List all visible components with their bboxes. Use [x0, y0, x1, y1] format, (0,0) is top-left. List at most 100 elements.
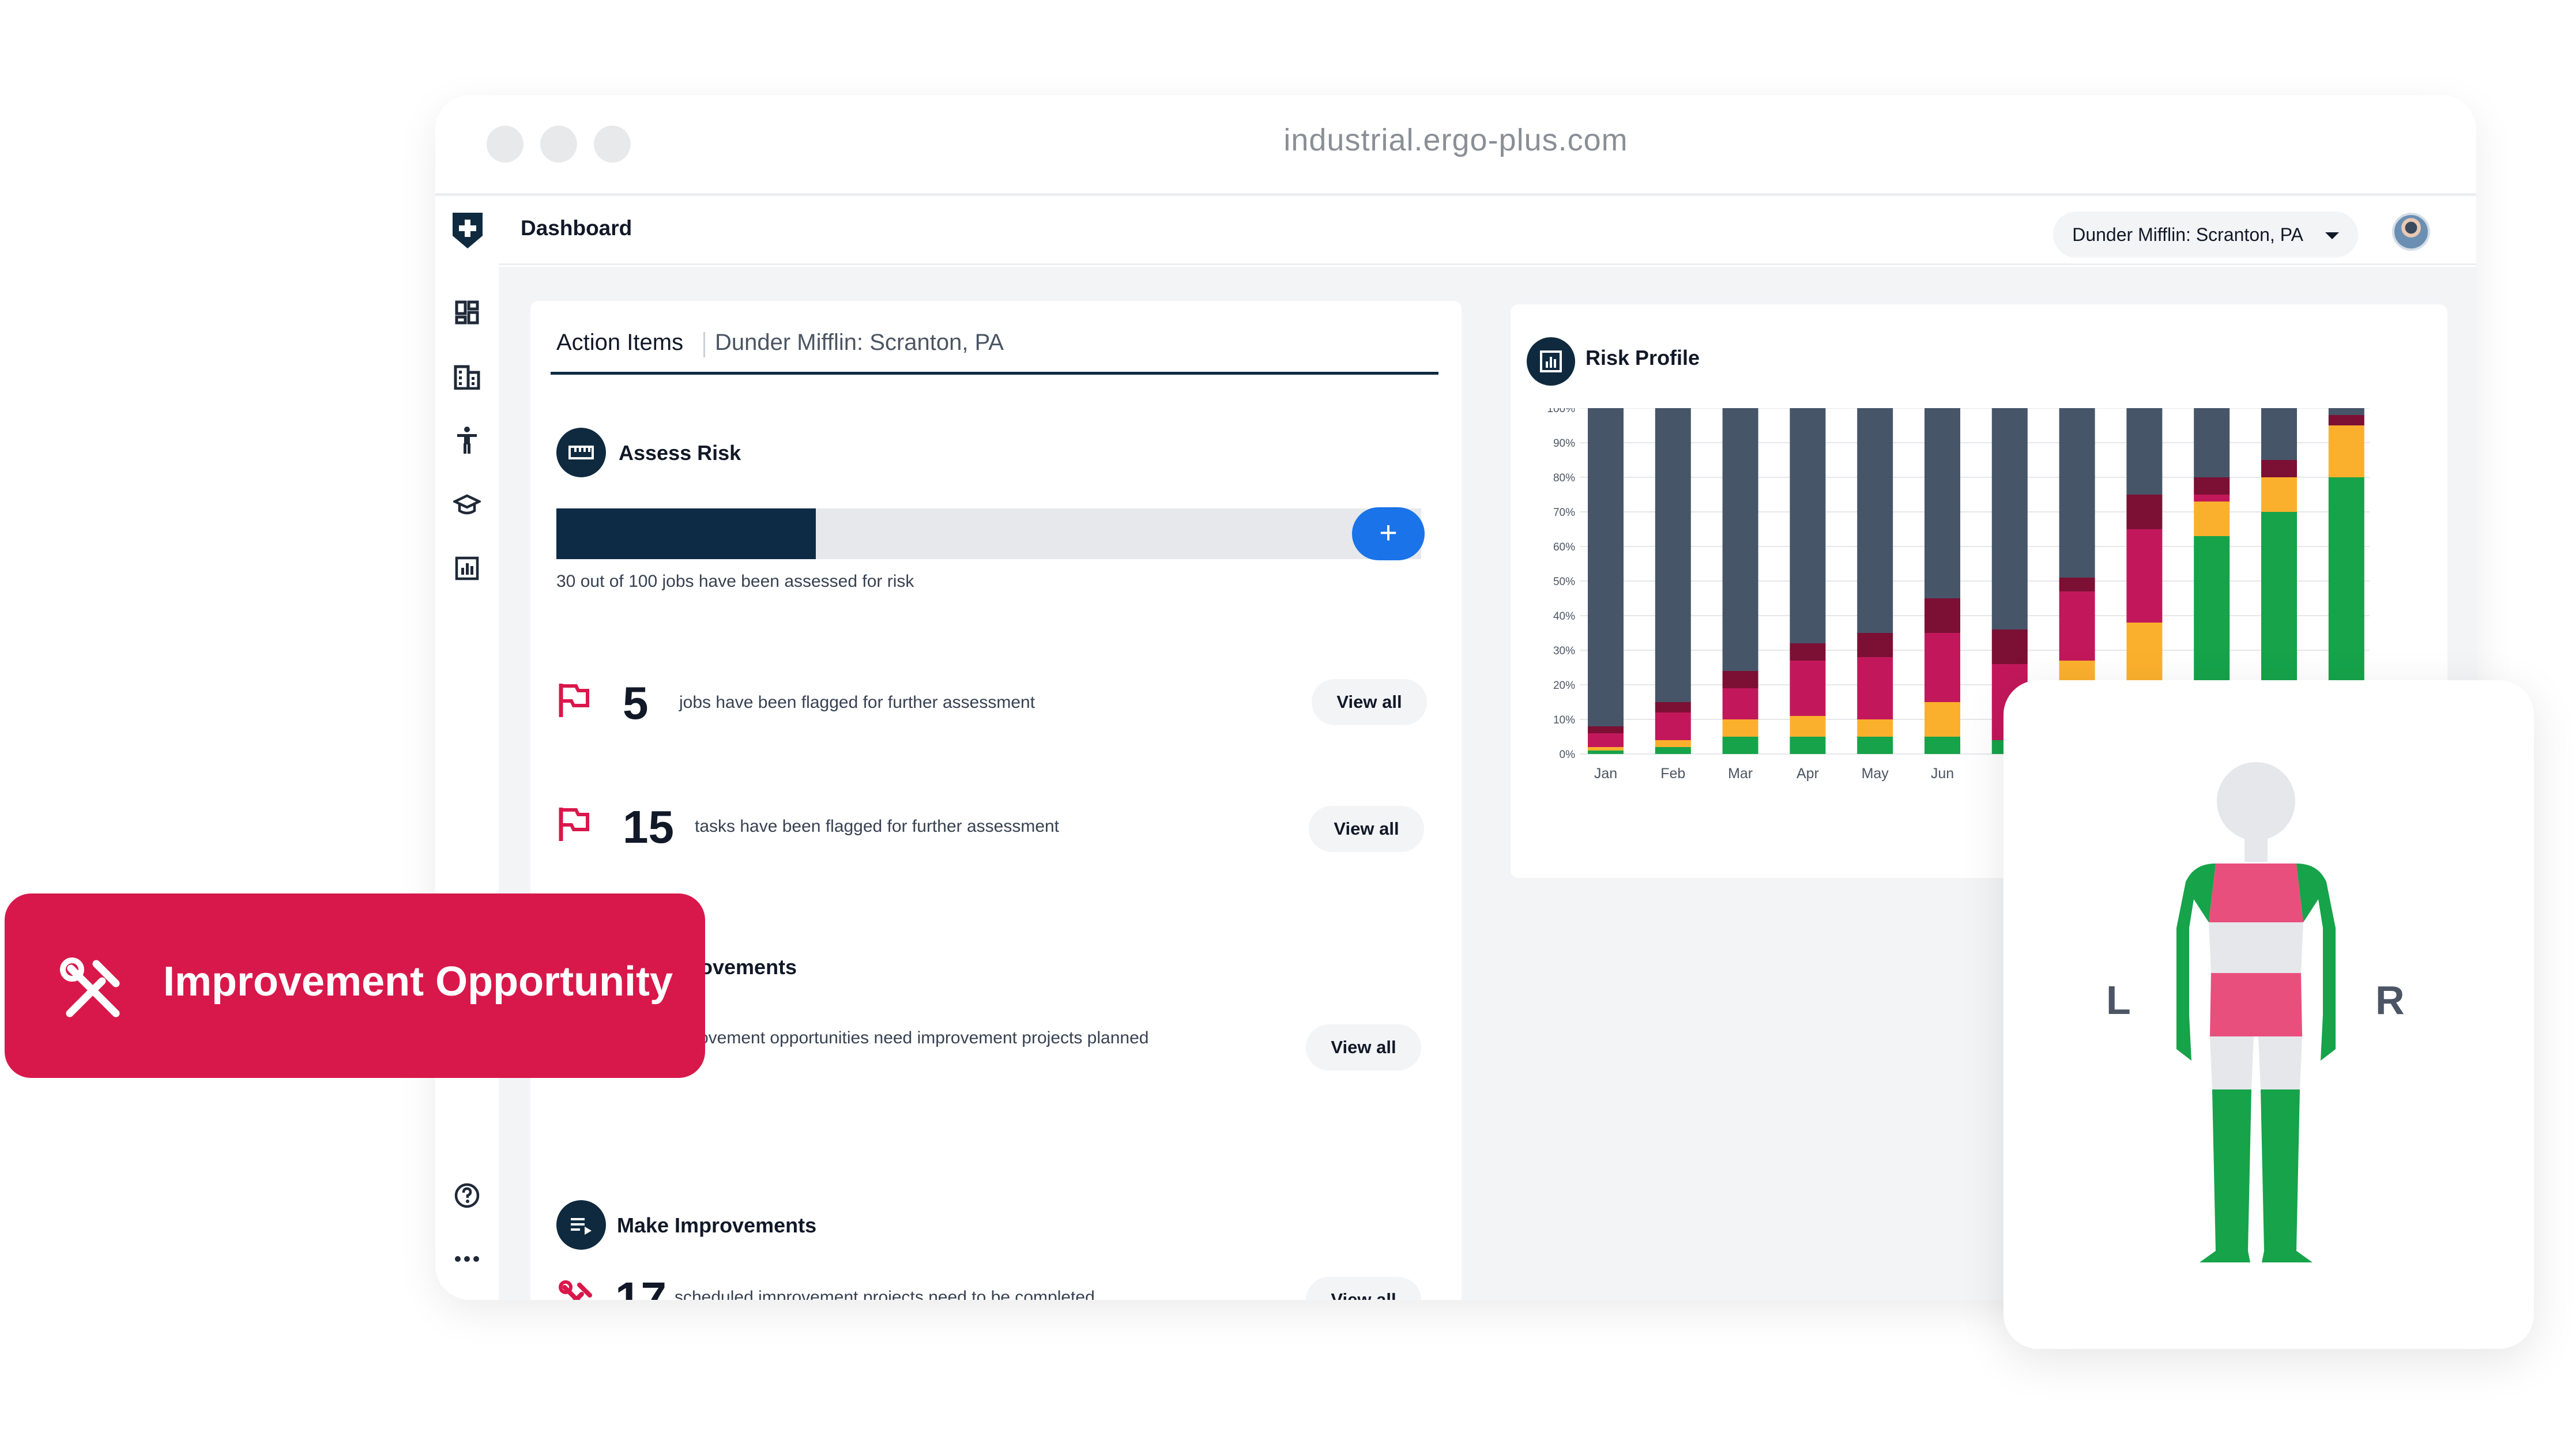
risk-profile-title: Risk Profile: [1585, 346, 1700, 369]
bar-segment[interactable]: [1857, 719, 1893, 737]
left-hip-region: [2210, 1036, 2254, 1089]
bar-segment[interactable]: [1857, 737, 1893, 754]
y-tick-label: 30%: [1553, 645, 1575, 657]
help-icon[interactable]: [450, 1179, 484, 1212]
view-all-tasks-button[interactable]: View all: [1309, 806, 1424, 852]
bar-segment[interactable]: [2261, 460, 2297, 477]
bar-segment[interactable]: [1655, 712, 1691, 740]
body-map-card: L R: [2003, 680, 2534, 1349]
bar-segment[interactable]: [1790, 716, 1826, 737]
bar-segment[interactable]: [2126, 495, 2163, 529]
left-foot-region: [2200, 1251, 2250, 1262]
bar-segment[interactable]: [1790, 408, 1826, 643]
x-tick-label: Jun: [1931, 766, 1954, 782]
assess-risk-progress-text: 30 out of 100 jobs have been assessed fo…: [556, 572, 914, 591]
x-tick-label: Feb: [1660, 766, 1685, 782]
right-side-label: R: [2375, 978, 2405, 1023]
bar-segment[interactable]: [1925, 598, 1960, 633]
y-tick-label: 50%: [1553, 576, 1575, 588]
y-tick-label: 100%: [1547, 408, 1575, 415]
assess-risk-progress-bar: [556, 508, 1421, 559]
view-all-jobs-button[interactable]: View all: [1312, 679, 1427, 725]
bar-segment[interactable]: [1588, 733, 1624, 747]
avatar[interactable]: [2392, 213, 2430, 251]
shield-plus-logo-icon[interactable]: [450, 210, 485, 251]
bar-segment[interactable]: [1925, 633, 1960, 702]
bar-segment[interactable]: [1722, 737, 1758, 754]
bar-segment[interactable]: [1588, 408, 1624, 726]
bar-segment[interactable]: [1722, 671, 1758, 688]
bar-segment[interactable]: [1655, 747, 1691, 754]
left-side-label: L: [2106, 978, 2131, 1023]
y-tick-label: 0%: [1560, 749, 1576, 761]
bar-segment[interactable]: [2194, 408, 2230, 477]
report-icon[interactable]: [450, 552, 484, 585]
plan-improvements-text: rovement opportunities need improvement …: [693, 1028, 1149, 1047]
bar-segment[interactable]: [1655, 740, 1691, 747]
bar-segment[interactable]: [2194, 502, 2230, 536]
bar-segment[interactable]: [1588, 751, 1624, 754]
location-select[interactable]: Dunder Mifflin: Scranton, PA: [2053, 212, 2358, 258]
left-hand-region: [2176, 1015, 2191, 1061]
y-tick-label: 40%: [1553, 610, 1575, 623]
bar-segment[interactable]: [2261, 408, 2297, 460]
bar-segment[interactable]: [1925, 702, 1960, 737]
dashboard-icon[interactable]: [450, 296, 484, 329]
bar-segment[interactable]: [1588, 747, 1624, 751]
chart-icon: [1527, 337, 1575, 386]
more-icon[interactable]: [450, 1242, 484, 1276]
bar-segment[interactable]: [2328, 415, 2364, 425]
bar-segment[interactable]: [1857, 633, 1893, 657]
bar-segment[interactable]: [1790, 661, 1826, 716]
bar-segment[interactable]: [1925, 408, 1960, 598]
tools-icon: [60, 957, 120, 1017]
flag-icon: [556, 681, 591, 721]
bar-segment[interactable]: [1722, 408, 1758, 671]
bar-segment[interactable]: [2194, 477, 2230, 495]
action-items-tabs: Action Items Dunder Mifflin: Scranton, P…: [551, 324, 1438, 375]
right-leg-region: [2261, 1089, 2300, 1251]
building-icon[interactable]: [450, 360, 484, 394]
bar-segment[interactable]: [1925, 737, 1960, 754]
person-icon[interactable]: [450, 424, 484, 457]
bar-segment[interactable]: [2328, 408, 2364, 415]
bar-segment[interactable]: [1655, 408, 1691, 702]
graduation-cap-icon[interactable]: [450, 488, 484, 522]
make-improvements-title: Make Improvements: [617, 1213, 817, 1237]
y-tick-label: 70%: [1553, 507, 1575, 519]
right-foot-region: [2262, 1251, 2313, 1262]
bar-segment[interactable]: [2059, 578, 2095, 591]
add-assessment-button[interactable]: +: [1352, 507, 1425, 560]
bar-segment[interactable]: [1857, 657, 1893, 719]
bar-segment[interactable]: [2261, 477, 2297, 512]
bar-segment[interactable]: [1722, 688, 1758, 719]
view-all-opportunities-button[interactable]: View all: [1306, 1024, 1421, 1070]
bar-segment[interactable]: [1588, 726, 1624, 733]
sidebar: [435, 199, 499, 1300]
bar-segment[interactable]: [1991, 629, 2028, 664]
address-bar-url[interactable]: industrial.ergo-plus.com: [435, 122, 2476, 158]
bar-segment[interactable]: [2059, 591, 2095, 661]
bar-segment[interactable]: [1857, 408, 1893, 633]
tab-action-items[interactable]: Action Items: [556, 330, 683, 356]
bar-segment[interactable]: [1655, 702, 1691, 712]
bar-segment[interactable]: [1790, 643, 1826, 661]
action-items-card: Action Items Dunder Mifflin: Scranton, P…: [530, 301, 1462, 1300]
view-all-projects-button[interactable]: View all: [1306, 1277, 1421, 1300]
bar-segment[interactable]: [2126, 529, 2163, 623]
jobs-flagged-text: jobs have been flagged for further asses…: [679, 693, 1035, 712]
y-tick-label: 20%: [1553, 680, 1575, 692]
tab-separator: [703, 332, 705, 357]
chevron-down-icon: [2325, 232, 2339, 239]
bar-segment[interactable]: [1722, 719, 1758, 737]
bar-segment[interactable]: [2194, 495, 2230, 502]
bar-segment[interactable]: [2328, 425, 2364, 477]
left-leg-region: [2212, 1089, 2251, 1251]
bar-segment[interactable]: [1991, 408, 2028, 629]
bar-segment[interactable]: [2059, 408, 2095, 578]
y-tick-label: 80%: [1553, 472, 1575, 484]
ruler-icon: [556, 428, 606, 477]
bar-segment[interactable]: [1790, 737, 1826, 754]
body-map-figure: [2176, 762, 2336, 1262]
bar-segment[interactable]: [2126, 408, 2163, 495]
